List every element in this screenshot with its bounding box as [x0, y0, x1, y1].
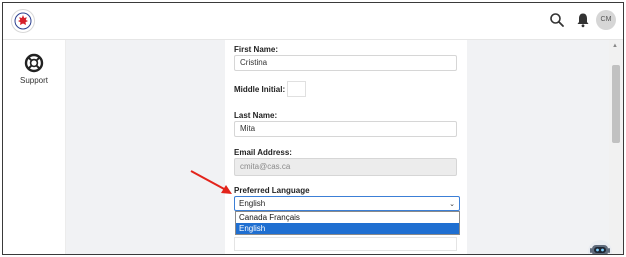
- top-bar: CM: [3, 3, 623, 40]
- email-label: Email Address:: [234, 148, 292, 157]
- user-avatar[interactable]: CM: [596, 10, 616, 30]
- scroll-thumb[interactable]: [612, 65, 620, 143]
- email-input: cmita@cas.ca: [234, 158, 457, 176]
- chevron-down-icon: ⌄: [449, 201, 455, 208]
- scroll-up-arrow-icon[interactable]: ▲: [612, 43, 618, 49]
- language-option-english[interactable]: English: [236, 223, 459, 234]
- first-name-input[interactable]: Cristina: [234, 55, 457, 71]
- sidebar-item-support-label[interactable]: Support: [3, 76, 65, 85]
- language-dropdown-list: Canada Français English: [235, 211, 460, 235]
- last-name-label: Last Name:: [234, 111, 278, 120]
- preferred-language-value: English: [239, 199, 266, 208]
- chatbot-icon[interactable]: [585, 238, 615, 255]
- bell-icon[interactable]: [574, 11, 592, 29]
- preferred-language-select[interactable]: English ⌄: [234, 196, 460, 211]
- maple-leaf-logo-icon: [14, 12, 32, 30]
- page-scrollbar[interactable]: ▲: [609, 40, 623, 254]
- first-name-label: First Name:: [234, 45, 279, 54]
- annotation-arrow-icon: [190, 170, 232, 194]
- language-option-french[interactable]: Canada Français: [236, 212, 459, 223]
- next-field: [234, 237, 457, 251]
- middle-initial-label: Middle Initial:: [234, 85, 286, 94]
- search-icon[interactable]: [548, 11, 566, 29]
- last-name-input[interactable]: Mita: [234, 121, 457, 137]
- preferred-language-label: Preferred Language: [234, 186, 310, 195]
- app-window: CM Support First Name: Cristina Middle I…: [2, 2, 624, 255]
- lifebuoy-icon[interactable]: [24, 53, 44, 73]
- app-logo[interactable]: [11, 9, 35, 33]
- middle-initial-input[interactable]: [287, 81, 306, 97]
- sidebar: Support: [3, 40, 66, 254]
